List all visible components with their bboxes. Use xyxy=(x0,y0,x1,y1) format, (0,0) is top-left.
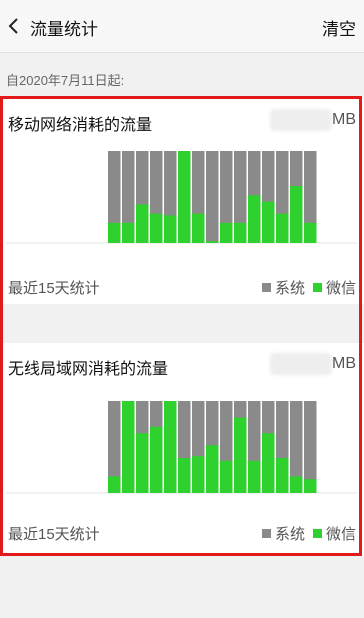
legend-wechat-swatch xyxy=(312,283,322,292)
legend-system-label: 系统 xyxy=(274,280,305,297)
mobile-data-unit: MB xyxy=(332,111,356,128)
mobile-period-label: 最近15天统计 xyxy=(8,280,100,297)
legend-wechat-swatch xyxy=(312,529,322,538)
system-bar-7 xyxy=(206,151,219,243)
back-arrow-icon[interactable] xyxy=(4,14,26,38)
mobile-chart-legend: 系统 微信 xyxy=(254,277,356,298)
wifi-data-title: 无线局域网消耗的流量 xyxy=(8,361,169,378)
wechat-bar-14 xyxy=(304,479,317,493)
page-title: 流量统计 xyxy=(30,20,98,39)
wechat-bar-14 xyxy=(304,222,317,243)
wechat-bar-7 xyxy=(206,241,219,243)
clear-button[interactable]: 清空 xyxy=(322,15,356,40)
legend-system-swatch xyxy=(261,529,271,538)
mobile-data-chart xyxy=(6,151,358,244)
wechat-bar-6 xyxy=(192,213,205,243)
app-header: 流量统计 清空 xyxy=(0,0,364,53)
wechat-bar-11 xyxy=(262,201,275,243)
mobile-data-title: 移动网络消耗的流量 xyxy=(8,117,153,134)
wechat-bar-1 xyxy=(122,222,135,243)
legend-system-label: 系统 xyxy=(274,526,305,543)
wifi-chart-legend: 系统 微信 xyxy=(254,523,356,544)
wechat-bar-8 xyxy=(220,222,233,243)
wechat-bar-0 xyxy=(108,222,121,243)
wechat-bar-0 xyxy=(108,476,121,493)
wifi-period-label: 最近15天统计 xyxy=(8,526,100,543)
legend-wechat-label: 微信 xyxy=(325,526,356,543)
legend-wechat-label: 微信 xyxy=(325,280,356,297)
wechat-bar-1 xyxy=(122,401,135,493)
wechat-bar-6 xyxy=(192,456,205,493)
wechat-bar-2 xyxy=(136,204,149,243)
wechat-bar-12 xyxy=(276,213,289,243)
wechat-bar-11 xyxy=(262,433,275,493)
wifi-data-value-redacted xyxy=(270,353,332,375)
wechat-bar-4 xyxy=(164,215,177,243)
wechat-bar-9 xyxy=(234,417,247,493)
wechat-bar-3 xyxy=(150,426,163,493)
wechat-bar-10 xyxy=(248,195,261,243)
wechat-bar-5 xyxy=(178,151,191,243)
wechat-bar-7 xyxy=(206,445,219,493)
wechat-bar-4 xyxy=(164,401,177,493)
wifi-data-unit: MB xyxy=(332,355,356,372)
mobile-data-value-redacted xyxy=(270,109,332,131)
wechat-bar-12 xyxy=(276,458,289,493)
wechat-bar-8 xyxy=(220,460,233,493)
wechat-bar-3 xyxy=(150,213,163,243)
wechat-bar-13 xyxy=(290,476,303,493)
wechat-bar-10 xyxy=(248,460,261,493)
wifi-data-card: 无线局域网消耗的流量 MB 最近15天统计 系统 微信 xyxy=(0,343,364,556)
legend-system-swatch xyxy=(261,283,271,292)
wechat-bar-5 xyxy=(178,458,191,493)
wechat-bar-9 xyxy=(234,222,247,243)
mobile-data-card: 移动网络消耗的流量 MB 最近15天统计 系统 微信 xyxy=(0,99,364,304)
wifi-data-chart xyxy=(6,401,358,494)
since-date-label: 自2020年7月11日起: xyxy=(6,73,125,88)
wechat-bar-13 xyxy=(290,186,303,243)
wechat-bar-2 xyxy=(136,433,149,493)
